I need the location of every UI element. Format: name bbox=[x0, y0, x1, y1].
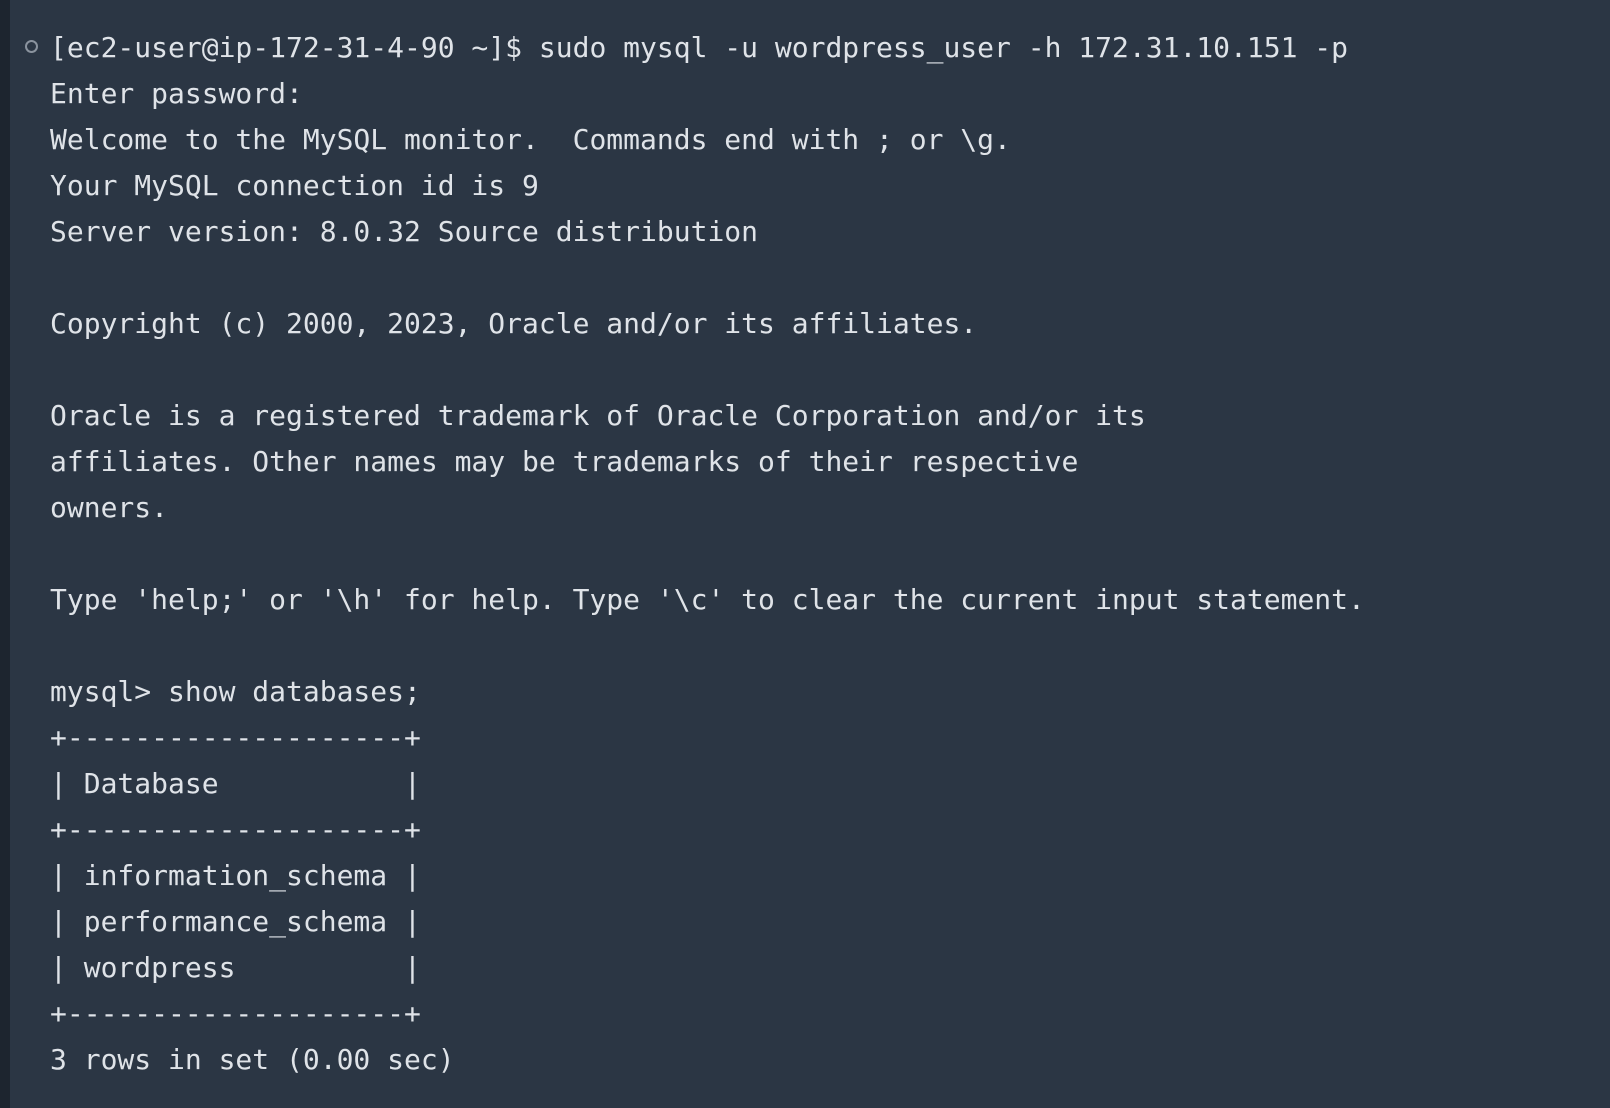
table-row: | information_schema | bbox=[50, 859, 421, 892]
table-border-line: +--------------------+ bbox=[50, 997, 421, 1030]
welcome-line: Welcome to the MySQL monitor. Commands e… bbox=[50, 123, 1011, 156]
terminal-output: [ec2-user@ip-172-31-4-90 ~]$ sudo mysql … bbox=[50, 25, 1365, 1083]
table-border-line: +--------------------+ bbox=[50, 813, 421, 846]
trademark-line: affiliates. Other names may be trademark… bbox=[50, 445, 1079, 478]
result-summary-line: 3 rows in set (0.00 sec) bbox=[50, 1043, 455, 1076]
help-hint-line: Type 'help;' or '\h' for help. Type '\c'… bbox=[50, 583, 1365, 616]
table-row: | performance_schema | bbox=[50, 905, 421, 938]
copyright-line: Copyright (c) 2000, 2023, Oracle and/or … bbox=[50, 307, 978, 340]
table-header-line: | Database | bbox=[50, 767, 421, 800]
password-prompt-line: Enter password: bbox=[50, 77, 303, 110]
trademark-line: Oracle is a registered trademark of Orac… bbox=[50, 399, 1146, 432]
table-row: | wordpress | bbox=[50, 951, 421, 984]
mysql-command-line: mysql> show databases; bbox=[50, 675, 421, 708]
table-border-line: +--------------------+ bbox=[50, 721, 421, 754]
connection-id-line: Your MySQL connection id is 9 bbox=[50, 169, 539, 202]
terminal-left-border bbox=[0, 0, 10, 1108]
server-version-line: Server version: 8.0.32 Source distributi… bbox=[50, 215, 759, 248]
circle-outline-icon bbox=[25, 40, 38, 53]
terminal-window[interactable]: [ec2-user@ip-172-31-4-90 ~]$ sudo mysql … bbox=[0, 0, 1610, 1108]
trademark-line: owners. bbox=[50, 491, 169, 524]
shell-command-line: [ec2-user@ip-172-31-4-90 ~]$ sudo mysql … bbox=[50, 31, 1349, 64]
